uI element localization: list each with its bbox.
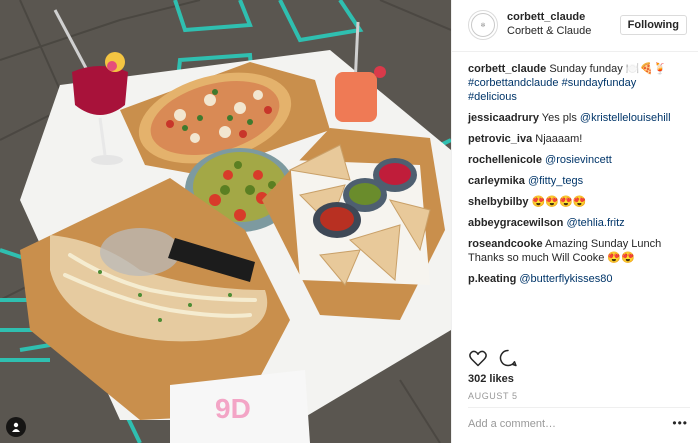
comment-mention[interactable]: @tehlia.fritz [566, 217, 624, 229]
comment-username[interactable]: rochellenicole [468, 154, 542, 166]
comment-username[interactable]: jessicaadrury [468, 112, 539, 124]
like-count[interactable]: 302 likes [468, 373, 514, 385]
post-date[interactable]: AUGUST 5 [468, 391, 518, 401]
comment-item: carleymika @fitty_tegs [468, 174, 690, 188]
post-photo[interactable]: 9D [0, 0, 451, 443]
comment-text: Njaaaam! [535, 133, 583, 145]
caption-username[interactable]: corbett_claude [468, 63, 546, 75]
heart-icon[interactable] [468, 348, 488, 368]
comment-item: abbeygracewilson @tehlia.fritz [468, 216, 690, 230]
caption: corbett_claude Sunday funday 🍽️🍕🍹 #corbe… [468, 62, 690, 104]
caption-text: Sunday funday 🍽️🍕🍹 [549, 63, 667, 75]
header-location[interactable]: Corbett & Claude [507, 25, 591, 37]
hashtag-link[interactable]: #corbettandclaude [468, 77, 559, 89]
comment-item: petrovic_iva Njaaaam! [468, 132, 690, 146]
following-button[interactable]: Following [619, 15, 687, 35]
comment-mention[interactable]: @fitty_tegs [528, 175, 583, 187]
post-actions [468, 348, 528, 370]
comment-text: Yes pls [541, 112, 580, 124]
comment-item: p.keating @butterflykisses80 [468, 272, 690, 286]
comment-mention[interactable]: @rosievincett [545, 154, 612, 166]
add-comment-input[interactable] [468, 418, 668, 430]
header-username[interactable]: corbett_claude [507, 11, 585, 23]
post-sidebar: ✻ corbett_claude Corbett & Claude Follow… [451, 0, 698, 443]
comment-icon[interactable] [498, 348, 518, 368]
comment-item: rochellenicole @rosievincett [468, 153, 690, 167]
comment-item: roseandcooke Amazing Sunday Lunch Thanks… [468, 237, 690, 265]
comment-username[interactable]: abbeygracewilson [468, 217, 563, 229]
comment-username[interactable]: shelbybilby [468, 196, 529, 208]
brand-logo-icon: ✻ [471, 13, 495, 37]
divider [468, 407, 690, 408]
comment-username[interactable]: petrovic_iva [468, 133, 532, 145]
avatar[interactable]: ✻ [468, 10, 498, 40]
comment-mention[interactable]: @kristellelouisehill [580, 112, 671, 124]
comment-username[interactable]: carleymika [468, 175, 525, 187]
comment-username[interactable]: p.keating [468, 273, 516, 285]
comment-text: 😍😍😍😍 [531, 196, 587, 208]
comment-item: jessicaadrury Yes pls @kristellelouisehi… [468, 111, 690, 125]
food-photo-illustration: 9D [0, 0, 451, 443]
comment-item: shelbybilby 😍😍😍😍 [468, 195, 690, 209]
comment-list: corbett_claude Sunday funday 🍽️🍕🍹 #corbe… [468, 62, 690, 293]
more-options-button[interactable]: ••• [672, 417, 688, 429]
post-header: ✻ corbett_claude Corbett & Claude Follow… [452, 0, 698, 52]
bag-logo: 9D [215, 393, 251, 424]
user-tag-icon [12, 422, 20, 432]
comment-mention[interactable]: @butterflykisses80 [519, 273, 612, 285]
hashtag-link[interactable]: #delicious [468, 91, 517, 103]
user-tag-button[interactable] [6, 417, 26, 437]
comment-username[interactable]: roseandcooke [468, 238, 543, 250]
hashtag-link[interactable]: #sundayfunday [562, 77, 637, 89]
